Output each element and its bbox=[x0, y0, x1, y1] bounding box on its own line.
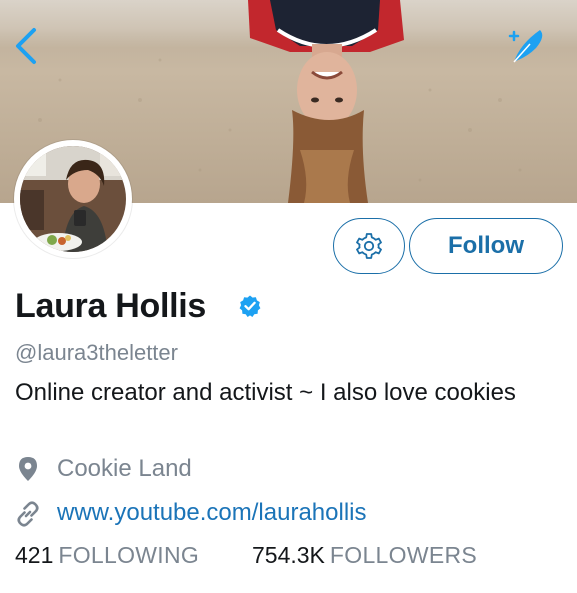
followers-count: 754.3K bbox=[252, 542, 325, 568]
chevron-left-icon[interactable] bbox=[12, 26, 40, 66]
followers-stat[interactable]: 754.3K FOLLOWERS bbox=[252, 542, 477, 569]
bio: Online creator and activist ~ I also lov… bbox=[15, 379, 516, 406]
settings-button[interactable] bbox=[333, 218, 405, 274]
map-pin-icon bbox=[19, 457, 37, 481]
followers-label: FOLLOWERS bbox=[329, 542, 478, 568]
following-label: FOLLOWING bbox=[58, 542, 200, 568]
gear-icon bbox=[356, 233, 382, 259]
following-count: 421 bbox=[15, 542, 54, 568]
handle: @laura3theletter bbox=[15, 340, 178, 365]
feather-quill-icon[interactable] bbox=[506, 22, 550, 66]
website-link[interactable]: www.youtube.com/laurahollis bbox=[57, 499, 366, 527]
location-text: Cookie Land bbox=[57, 455, 192, 482]
display-name: Laura Hollis bbox=[15, 287, 207, 325]
avatar[interactable] bbox=[14, 140, 132, 258]
follow-button[interactable]: Follow bbox=[409, 218, 563, 274]
chain-link-icon bbox=[17, 501, 39, 527]
verified-check-icon bbox=[239, 295, 261, 317]
following-stat[interactable]: 421 FOLLOWING bbox=[15, 542, 199, 569]
avatar-photo bbox=[16, 142, 130, 256]
